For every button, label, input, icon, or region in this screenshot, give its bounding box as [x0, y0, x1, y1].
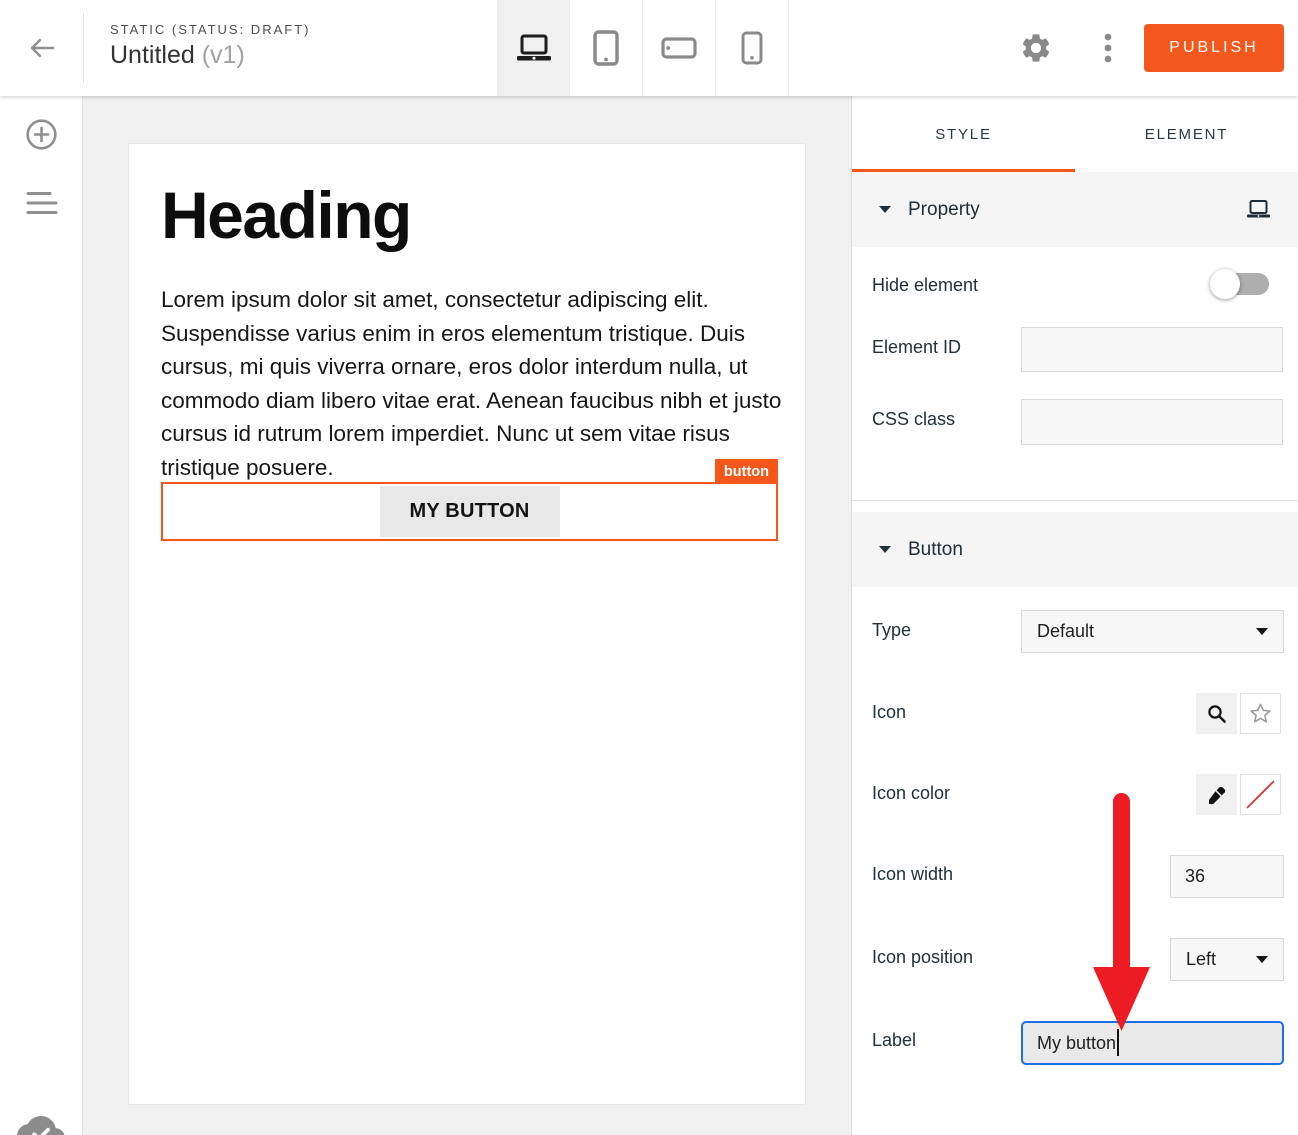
laptop-icon: [1246, 199, 1271, 220]
device-tab-mobile-landscape[interactable]: [643, 0, 716, 96]
tab-element[interactable]: ELEMENT: [1075, 96, 1298, 172]
canvas-paragraph[interactable]: Lorem ipsum dolor sit amet, consectetur …: [161, 283, 783, 484]
more-menu-button[interactable]: [1096, 30, 1120, 66]
css-class-input[interactable]: [1021, 399, 1283, 445]
chevron-down-icon: [879, 546, 891, 553]
chevron-down-icon: [1256, 628, 1268, 635]
top-bar: STATIC (STATUS: DRAFT) Untitled (v1): [0, 0, 1298, 96]
canvas-button[interactable]: MY BUTTON: [380, 486, 560, 537]
document-version: (v1): [202, 41, 245, 69]
add-circle-icon: [25, 118, 58, 151]
element-type-badge: button: [715, 459, 778, 484]
chevron-down-icon: [879, 206, 891, 213]
icon-position-value: Left: [1186, 949, 1216, 970]
icon-preview-button[interactable]: [1240, 693, 1281, 734]
star-icon: [1248, 701, 1273, 726]
device-switcher: [497, 0, 789, 96]
tab-style[interactable]: STYLE: [852, 96, 1075, 172]
device-tab-tablet[interactable]: [570, 0, 643, 96]
red-down-arrow-annotation: [1092, 793, 1152, 1033]
eyedropper-icon: [1206, 784, 1228, 806]
section-divider: [852, 500, 1298, 501]
type-label: Type: [872, 620, 911, 641]
selected-button-element[interactable]: button MY BUTTON: [161, 482, 778, 541]
arrow-left-icon: [27, 33, 57, 63]
icon-color-label: Icon color: [872, 783, 950, 804]
toggle-knob: [1210, 269, 1240, 299]
panel-tabs: STYLE ELEMENT: [852, 96, 1298, 172]
section-header-button[interactable]: Button: [852, 512, 1298, 587]
no-color-swatch-icon: [1241, 775, 1280, 814]
icon-position-dropdown[interactable]: Left: [1170, 938, 1284, 981]
hide-element-label: Hide element: [872, 275, 978, 296]
label-label: Label: [872, 1030, 916, 1051]
settings-panel: STYLE ELEMENT Property Hide element Elem…: [851, 96, 1298, 1135]
add-element-button[interactable]: [25, 118, 58, 156]
icon-width-label: Icon width: [872, 864, 953, 885]
icon-label: Icon: [872, 702, 906, 723]
settings-button[interactable]: [1018, 30, 1054, 66]
cloud-check-icon: [17, 1112, 65, 1135]
publish-button[interactable]: PUBLISH: [1144, 24, 1284, 72]
css-class-label: CSS class: [872, 409, 955, 430]
hide-element-toggle[interactable]: [1214, 273, 1269, 295]
document-title: Untitled (v1): [110, 41, 310, 70]
desktop-icon: [516, 32, 552, 64]
type-dropdown[interactable]: Default: [1021, 610, 1284, 653]
text-cursor: [1117, 1029, 1119, 1056]
chevron-down-icon: [1256, 956, 1268, 963]
label-input[interactable]: [1021, 1021, 1284, 1065]
back-button[interactable]: [0, 0, 83, 96]
tablet-icon: [592, 30, 620, 66]
editor-canvas: Heading Lorem ipsum dolor sit amet, cons…: [83, 96, 851, 1135]
device-tab-mobile-portrait[interactable]: [716, 0, 789, 96]
scope-indicator: [1246, 199, 1271, 220]
header-divider: [83, 13, 84, 83]
icon-color-picker-button[interactable]: [1196, 774, 1237, 815]
type-value: Default: [1037, 621, 1094, 642]
device-tab-desktop[interactable]: [497, 0, 570, 96]
search-icon: [1206, 703, 1228, 725]
icon-width-input[interactable]: [1170, 855, 1284, 898]
section-title: Property: [908, 199, 980, 221]
app-window: STATIC (STATUS: DRAFT) Untitled (v1): [0, 0, 1298, 1135]
outline-tree-button[interactable]: [26, 190, 58, 221]
canvas-heading[interactable]: Heading: [161, 178, 411, 254]
section-title: Button: [908, 539, 963, 561]
left-toolbar: [0, 96, 83, 1135]
section-header-property[interactable]: Property: [852, 172, 1298, 247]
icon-search-button[interactable]: [1196, 693, 1237, 734]
save-status-indicator: [17, 1112, 65, 1135]
document-title-block: STATIC (STATUS: DRAFT) Untitled (v1): [110, 22, 310, 70]
element-id-input[interactable]: [1021, 327, 1283, 372]
element-id-label: Element ID: [872, 337, 961, 358]
icon-position-label: Icon position: [872, 947, 973, 968]
status-eyebrow: STATIC (STATUS: DRAFT): [110, 22, 310, 37]
outline-list-icon: [26, 190, 58, 216]
icon-color-none-swatch[interactable]: [1240, 774, 1281, 815]
page-card: Heading Lorem ipsum dolor sit amet, cons…: [128, 143, 806, 1105]
gear-icon: [1019, 31, 1053, 65]
document-name: Untitled: [110, 41, 195, 69]
kebab-menu-icon: [1104, 31, 1112, 65]
mobile-portrait-icon: [741, 31, 763, 65]
mobile-landscape-icon: [661, 37, 697, 59]
